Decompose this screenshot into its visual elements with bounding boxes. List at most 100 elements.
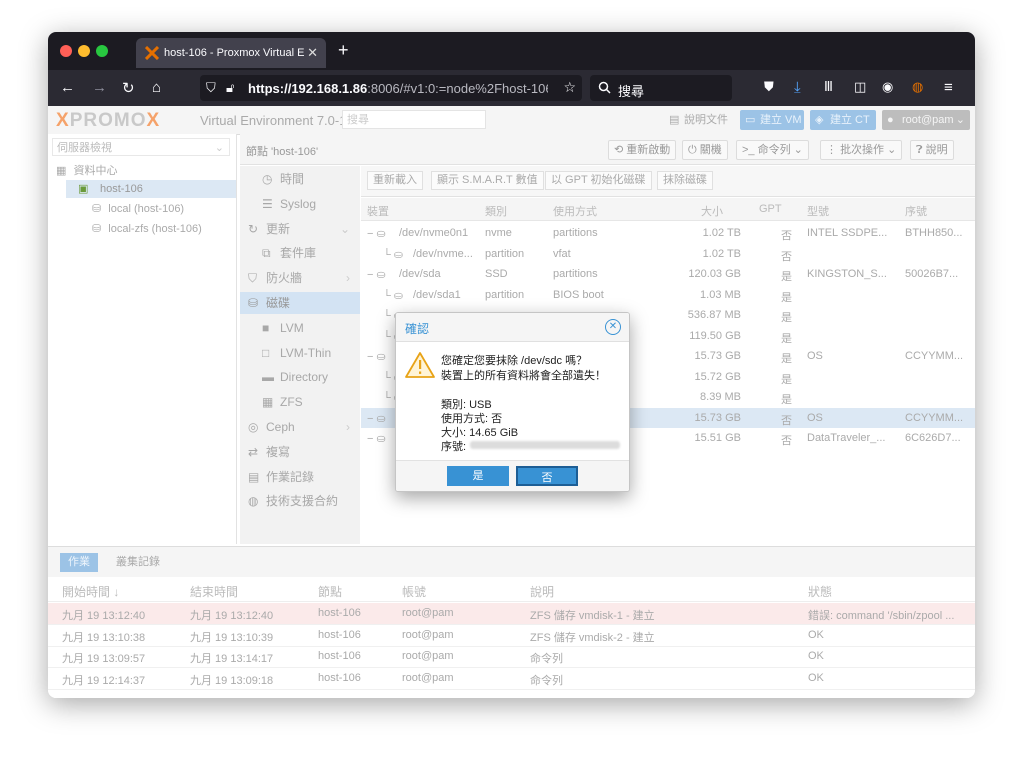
create-ct-button[interactable]: ◈ 建立 CT (810, 110, 876, 130)
minimize-window-button[interactable] (78, 45, 90, 57)
bookmark-star-icon[interactable]: ☆ (563, 79, 576, 96)
help-button[interactable]: ❓︎ 說明 (910, 140, 954, 160)
submenu-item[interactable]: ▦ ZFS (240, 391, 360, 413)
column-header[interactable]: 裝置 (367, 203, 389, 219)
submenu-item[interactable]: ▬ Directory (240, 366, 360, 388)
disk-row[interactable]: − ⛀ /dev/nvme0n1 nvme partitions 1.02 TB 否 INT… (361, 223, 975, 243)
dialog-titlebar: 確認 ✕ (396, 313, 629, 342)
log-row[interactable]: 九月 19 13:10:38 九月 19 13:10:39 host-106 root… (48, 625, 975, 647)
log-row[interactable]: 九月 19 12:14:37 九月 19 13:09:18 host-106 root… (48, 668, 975, 690)
disk-row[interactable]: − ⛀ /dev/sda SSD partitions 120.03 GB 是 KINGST… (361, 264, 975, 284)
log-cell-desc: ZFS 儲存 vmdisk-2 - 建立 (530, 631, 655, 644)
smart-values-button[interactable]: 顯示 S.M.A.R.T 數值 (431, 171, 544, 190)
log-row[interactable]: 九月 19 13:12:40 九月 19 13:12:40 host-106 root… (48, 603, 975, 625)
log-cell-end: 九月 19 13:10:39 (190, 631, 274, 644)
shell-button[interactable]: >_ 命令列 ⌄ (736, 140, 809, 160)
log-column-header[interactable]: 說明 (530, 583, 554, 600)
column-header[interactable]: 型號 (807, 203, 829, 219)
log-cell-status: OK (808, 650, 824, 662)
tab-cluster-log[interactable]: 叢集記錄 (108, 553, 168, 572)
submenu-item[interactable]: ↻ 更新 ⌄ (240, 218, 360, 240)
lock-warning-icon[interactable]: 🔓︎ (226, 80, 234, 96)
submenu-item[interactable]: ◷ 時間 (240, 168, 360, 190)
submenu-item[interactable]: ⇄ 複寫 (240, 441, 360, 463)
submenu-item[interactable]: ⛉ 防火牆 › (240, 267, 360, 289)
column-header[interactable]: 類別 (485, 203, 507, 219)
browser-search-input[interactable]: 搜尋 (590, 75, 732, 101)
log-column-header[interactable]: 結束時間 (190, 583, 238, 600)
disk-cell-type: SSD (485, 268, 508, 280)
submenu-item[interactable]: ⛁ 磁碟 (240, 292, 360, 314)
task-log-panel: 作業 叢集記錄 開始時間 ↓ 結束時間 節點 帳號 說明 狀態 九月 19 13:12:4… (48, 546, 975, 698)
submenu-item[interactable]: ◎ Ceph › (240, 416, 360, 438)
globe-icon: ◍ (248, 494, 259, 509)
docs-button[interactable]: ▤ 說明文件 (664, 110, 732, 130)
menu-icon[interactable]: ≡ (944, 79, 953, 96)
extension-clock-icon[interactable]: ◉ (882, 79, 893, 95)
url-text[interactable]: https://192.168.1.86:8006/#v1:0:=node%2F… (248, 81, 548, 96)
forward-icon[interactable]: → (92, 79, 107, 96)
column-header[interactable]: 序號 (905, 203, 927, 219)
submenu-item[interactable]: ☰ Syslog (240, 193, 360, 215)
chevron-down-icon: ⌄ (214, 142, 224, 154)
yes-button[interactable]: 是 (447, 466, 509, 486)
column-header[interactable]: 大小 (701, 203, 723, 219)
tab-close-icon[interactable]: ✕ (307, 45, 318, 61)
tab-tasks[interactable]: 作業 (60, 553, 98, 572)
submenu-item[interactable]: ◍ 技術支援合約 (240, 490, 360, 512)
header-search-input[interactable]: 搜尋 (342, 110, 486, 129)
pocket-icon[interactable]: ⛊ (764, 79, 774, 95)
disk-row[interactable]: └ ⛀ /dev/nvme... partition vfat 1.02 TB 否 (361, 244, 975, 264)
tree-storage-local[interactable]: ⛁ local (host-106) (92, 202, 184, 215)
extension-icon[interactable]: ◍ (912, 79, 923, 95)
pve-header: XPROMOX Virtual Environment 7.0-11 搜尋 ▤ … (48, 106, 975, 135)
log-cell-status: 錯誤: command '/sbin/zpool ... (808, 610, 955, 622)
home-icon[interactable]: ⌂ (152, 79, 161, 96)
disk-cell-gpt: 否 (781, 414, 792, 427)
wipe-disk-button[interactable]: 抹除磁碟 (657, 171, 713, 190)
submenu-item[interactable]: ■ LVM (240, 317, 360, 339)
resource-tree-panel: 伺服器檢視 ⌄ ▦ 資料中心 ▣ host-106 ⛁ local (host-… (48, 134, 237, 544)
log-column-header[interactable]: 節點 (318, 583, 342, 600)
reload-button[interactable]: 重新載入 (367, 171, 423, 190)
disk-cell-device: /dev/sda (399, 268, 441, 280)
download-icon[interactable]: ⤓ (794, 79, 801, 96)
log-row[interactable]: 九月 19 13:09:57 九月 19 13:14:17 host-106 root… (48, 646, 975, 668)
bulk-actions-button[interactable]: ⋮ 批次操作 ⌄ (820, 140, 903, 160)
init-gpt-button[interactable]: 以 GPT 初始化磁碟 (545, 171, 652, 190)
question-icon: ❓︎ (916, 144, 926, 156)
user-menu-button[interactable]: ● root@pam ⌄ (882, 110, 970, 130)
disk-cell-size: 15.73 GB (694, 411, 741, 424)
back-icon[interactable]: ← (60, 79, 75, 96)
no-button[interactable]: 否 (516, 466, 578, 486)
browser-tab[interactable]: host-106 - Proxmox Virtual Envi ✕ (136, 38, 326, 68)
view-selector[interactable]: 伺服器檢視 ⌄ (52, 138, 230, 156)
tree-node-host-106[interactable]: ▣ host-106 (66, 180, 236, 198)
tree-storage-local-zfs[interactable]: ⛁ local-zfs (host-106) (92, 222, 202, 235)
dialog-close-icon[interactable]: ✕ (605, 319, 621, 335)
disk-cell-type: partition (485, 288, 525, 301)
submenu-item-label: 技術支援合約 (266, 494, 339, 509)
reload-icon[interactable]: ↻ (122, 79, 135, 97)
column-header[interactable]: 使用方式 (553, 203, 597, 219)
close-window-button[interactable] (60, 45, 72, 57)
submenu-item[interactable]: ⧉ 套件庫 (240, 242, 360, 264)
disk-row[interactable]: └ ⛀ /dev/sda1 partition BIOS boot 1.03 MB 是 (361, 285, 975, 305)
log-column-header[interactable]: 狀態 (808, 583, 832, 600)
submenu-item[interactable]: □ LVM-Thin (240, 342, 360, 364)
column-header[interactable]: GPT (759, 203, 782, 215)
url-bar[interactable]: ⛉ 🔓︎ https://192.168.1.86:8006/#v1:0:=no… (200, 75, 582, 101)
restart-button[interactable]: ⟲ 重新啟動 (608, 140, 677, 160)
shutdown-button[interactable]: ⏻ 關機 (682, 140, 728, 160)
log-column-header[interactable]: 帳號 (402, 583, 426, 600)
create-vm-button[interactable]: ▭ 建立 VM (740, 110, 804, 130)
log-column-header[interactable]: 開始時間 ↓ (62, 583, 119, 600)
zoom-window-button[interactable] (96, 45, 108, 57)
new-tab-button[interactable]: + (338, 40, 349, 61)
library-icon[interactable]: Ⅲ (824, 79, 833, 95)
shield-icon[interactable]: ⛉ (206, 80, 216, 96)
submenu-item[interactable]: ▤ 作業記錄 (240, 466, 360, 488)
tree-datacenter[interactable]: ▦ 資料中心 (56, 162, 117, 178)
sidebar-icon[interactable]: ◫ (854, 79, 866, 95)
log-cell-desc: 命令列 (530, 653, 563, 665)
